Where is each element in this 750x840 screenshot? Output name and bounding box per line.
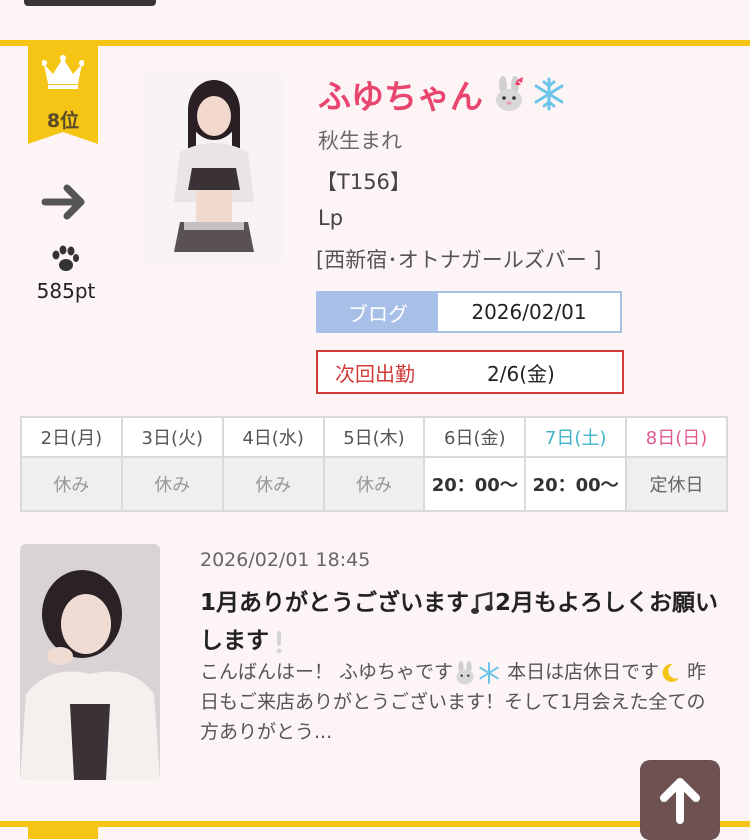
schedule-time: 20：00〜 — [524, 456, 628, 512]
post-title-part1: 1月ありがとうございます — [200, 590, 470, 616]
schedule-day: 3日(火) — [120, 416, 224, 458]
post-date: 2026/02/01 18:45 — [200, 549, 371, 571]
schedule-times-row: 休み 休み 休み 休み 20：00〜 20：00〜 定休日 — [20, 456, 728, 512]
blog-date: 2026/02/01 — [471, 300, 587, 324]
schedule-day: 6日(金) — [423, 416, 527, 458]
schedule-time: 定休日 — [625, 456, 728, 512]
rabbit-emoji-icon — [496, 76, 523, 111]
profile-shop[interactable]: [西新宿･オトナガールズバー ] — [316, 244, 602, 274]
moon-icon — [662, 663, 680, 682]
arrow-up-icon — [660, 778, 700, 824]
schedule-time: 休み — [221, 456, 325, 512]
crown-icon — [42, 55, 84, 89]
schedule-day: 2日(月) — [20, 416, 123, 458]
points-value: 585pt — [36, 279, 96, 303]
blog-post-thumbnail[interactable] — [20, 544, 160, 780]
profile-subtitle: 秋生まれ — [318, 129, 402, 153]
next-shift-label: 次回出勤 — [335, 361, 415, 386]
next-shift-date: 2/6(金) — [487, 361, 555, 386]
rank-badge: 8位 — [28, 44, 98, 144]
arrow-right-icon — [41, 184, 85, 220]
divider-top — [0, 40, 750, 46]
blog-label: ブログ — [318, 293, 438, 331]
name-text: ふゆちゃん — [318, 77, 483, 116]
schedule-day: 5日(木) — [322, 416, 426, 458]
profile-name[interactable]: ふゆちゃん — [318, 70, 567, 118]
schedule-time: 休み — [20, 456, 123, 512]
divider-bottom — [0, 821, 750, 827]
profile-height: 【T156】 — [316, 170, 411, 194]
post-title[interactable]: 1月ありがとうございます 2月もよろしくお願いします — [200, 584, 720, 660]
schedule-time: 20：00〜 — [423, 456, 527, 512]
post-excerpt-part1: こんばんはー！ ふゆちゃです — [200, 661, 454, 683]
previous-entry-thumbnail[interactable] — [24, 0, 156, 6]
schedule-day-saturday: 7日(土) — [524, 416, 628, 458]
schedule-day: 4日(水) — [221, 416, 325, 458]
schedule-days-row: 2日(月) 3日(火) 4日(水) 5日(木) 6日(金) 7日(土) 8日(日… — [20, 416, 728, 458]
music-note-icon — [471, 590, 494, 614]
next-shift-box: 次回出勤 2/6(金) — [316, 350, 624, 394]
rabbit-emoji-icon — [456, 660, 474, 684]
weekly-schedule: 2日(月) 3日(火) 4日(水) 5日(木) 6日(金) 7日(土) 8日(日… — [20, 416, 728, 512]
profile-photo[interactable] — [144, 72, 284, 264]
profile-cup: Lp — [318, 206, 344, 230]
exclamation-icon — [276, 630, 282, 653]
scroll-to-top-button[interactable] — [640, 760, 720, 840]
next-rank-badge — [28, 827, 98, 839]
paw-icon — [52, 245, 79, 271]
post-excerpt-part2: 本日は店休日です — [501, 661, 660, 683]
schedule-time: 休み — [322, 456, 426, 512]
schedule-day-sunday: 8日(日) — [625, 416, 728, 458]
blog-link[interactable]: ブログ 2026/02/01 — [316, 291, 622, 333]
snowflake-emoji-icon — [534, 77, 564, 111]
post-excerpt: こんばんはー！ ふゆちゃです 本日は店休日です 昨日もご来店ありがとうございます… — [200, 657, 720, 747]
rank-label: 8位 — [46, 110, 80, 132]
schedule-time: 休み — [120, 456, 224, 512]
snowflake-emoji-icon — [479, 661, 499, 684]
